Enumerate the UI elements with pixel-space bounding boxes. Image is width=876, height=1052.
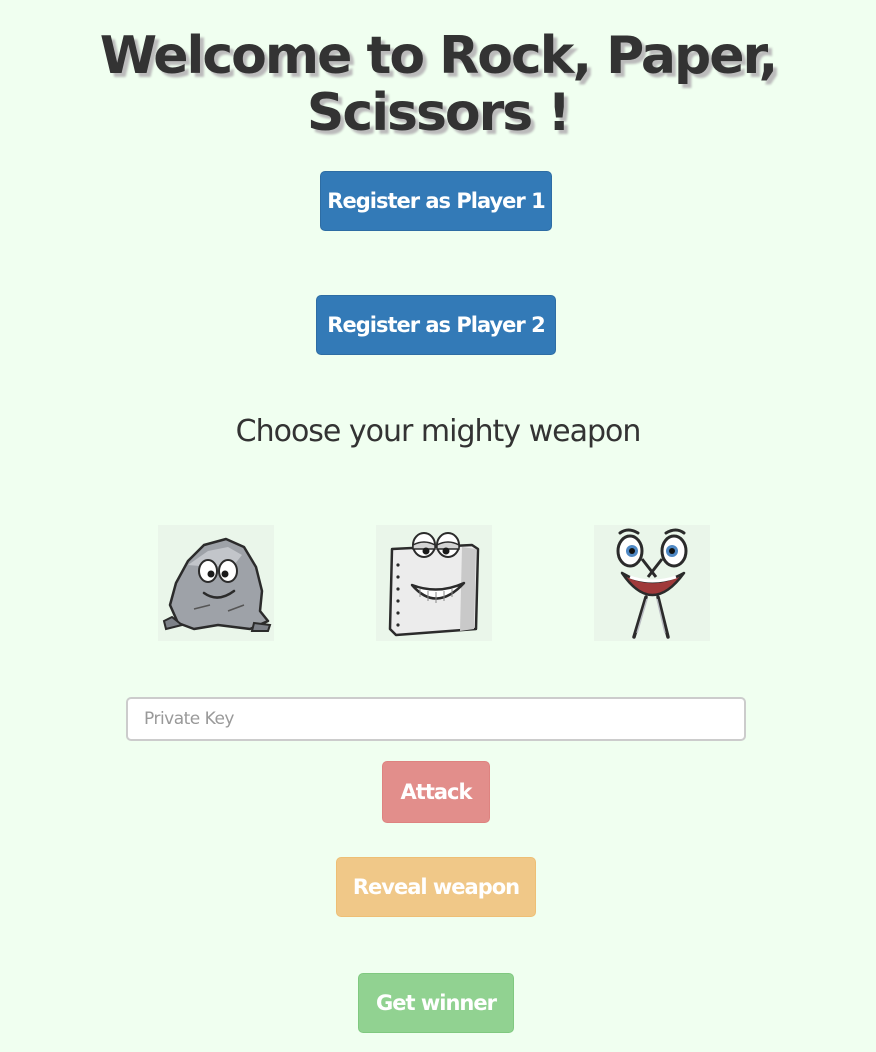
scissors-character-icon	[616, 528, 688, 639]
weapon-rock-option[interactable]	[158, 525, 274, 641]
register-player-2-button[interactable]: Register as Player 2	[316, 295, 556, 355]
weapon-scissors-option[interactable]	[594, 525, 710, 641]
register-player-1-button[interactable]: Register as Player 1	[320, 171, 552, 231]
weapon-heading: Choose your mighty weapon	[235, 414, 642, 449]
page-title: Welcome to Rock, Paper, Scissors !	[99, 26, 778, 144]
weapon-paper-option[interactable]	[376, 525, 492, 641]
private-key-input[interactable]	[126, 697, 746, 741]
reveal-weapon-button[interactable]: Reveal weapon	[336, 857, 536, 917]
get-winner-button[interactable]: Get winner	[358, 973, 514, 1033]
paper-character-icon	[388, 532, 480, 637]
attack-button[interactable]: Attack	[382, 761, 490, 823]
rock-character-icon	[162, 537, 272, 632]
page: Welcome to Rock, Paper, Scissors ! Regis…	[0, 0, 876, 1052]
